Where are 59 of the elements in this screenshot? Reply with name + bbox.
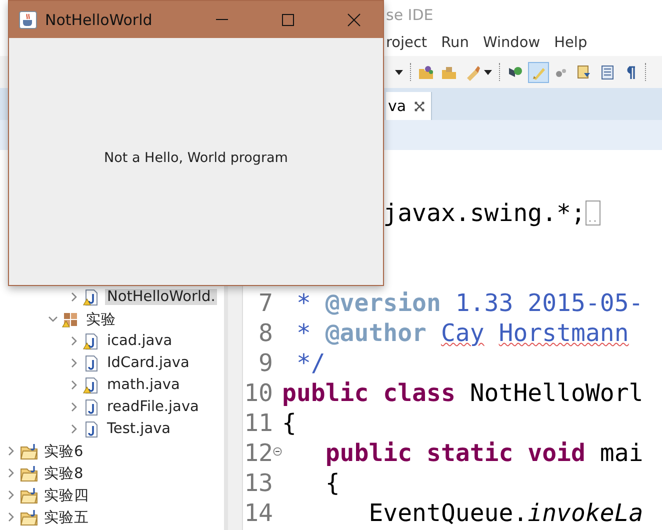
menu-item[interactable]: Run <box>441 35 469 51</box>
tree-item[interactable]: 实验 <box>84 310 118 328</box>
tree-item[interactable]: 实验四 <box>42 486 91 504</box>
line-number: 10 <box>244 379 273 407</box>
chevron-right-icon[interactable] <box>69 358 79 368</box>
chevron-right-icon[interactable] <box>6 446 16 456</box>
code-line: */ <box>296 349 326 377</box>
caret-icon <box>483 68 493 76</box>
code-line: public class NotHelloWorl <box>282 379 644 407</box>
chevron-right-icon[interactable] <box>6 468 16 478</box>
line-number: 13 <box>244 469 273 497</box>
editor-tab[interactable]: va <box>386 92 432 120</box>
chevron-right-icon[interactable] <box>69 402 79 412</box>
chevron-right-icon[interactable] <box>69 380 79 390</box>
tree-item[interactable]: IdCard.java <box>105 355 192 371</box>
code-line: * @author Cay Horstmann <box>296 319 629 347</box>
tree-item[interactable]: math.java <box>105 377 182 393</box>
minimize-icon <box>215 18 229 21</box>
line-number: 8 <box>258 319 273 347</box>
window-title: NotHelloWorld <box>45 10 154 28</box>
code-line: { <box>325 469 340 497</box>
folder-icon <box>418 64 435 80</box>
tree-item[interactable]: Test.java <box>105 421 173 437</box>
tree-item[interactable]: 实验五 <box>42 508 91 526</box>
collapse-icon[interactable] <box>273 447 282 456</box>
close-icon[interactable] <box>414 100 426 112</box>
line-number: 11 <box>244 409 273 437</box>
chevron-right-icon[interactable] <box>69 292 79 302</box>
tree-item[interactable]: 实验6 <box>42 442 86 460</box>
chevron-right-icon[interactable] <box>69 424 79 434</box>
maximize-icon <box>281 12 295 26</box>
code-line: public static void mai <box>325 439 644 467</box>
coffee-cup-icon <box>19 10 37 28</box>
line-number: 9 <box>258 349 273 377</box>
line-number: 12 <box>244 439 273 467</box>
menu-item[interactable]: roject <box>386 35 428 51</box>
menu-item[interactable]: Help <box>554 35 588 51</box>
chevron-right-icon[interactable] <box>6 490 16 500</box>
folded-code-icon[interactable] <box>585 200 602 226</box>
line-number: 14 <box>244 499 273 527</box>
chevron-right-icon[interactable] <box>6 512 16 522</box>
chevron-down-icon[interactable] <box>48 314 58 324</box>
code-line: javax.swing.*; <box>383 199 586 227</box>
document-icon <box>576 64 593 80</box>
list-icon <box>599 64 616 80</box>
tree-item[interactable]: icad.java <box>105 333 174 349</box>
menu-item[interactable]: Window <box>482 35 540 51</box>
code-line: * @version 1.33 2015-05- <box>296 289 644 317</box>
line-number: 7 <box>258 289 273 317</box>
caret-icon <box>394 68 404 76</box>
message-text: Not a Hello, World program <box>104 150 288 166</box>
tree-item[interactable]: NotHelloWorld. <box>105 289 218 305</box>
tree-item[interactable]: 实验8 <box>42 464 86 482</box>
tree-item[interactable]: readFile.java <box>105 399 201 415</box>
close-icon <box>347 12 361 26</box>
chevron-right-icon[interactable] <box>69 336 79 346</box>
code-line: { <box>282 409 296 437</box>
code-line: EventQueue.invokeLa <box>368 499 644 527</box>
window-title: se IDE <box>386 6 434 24</box>
